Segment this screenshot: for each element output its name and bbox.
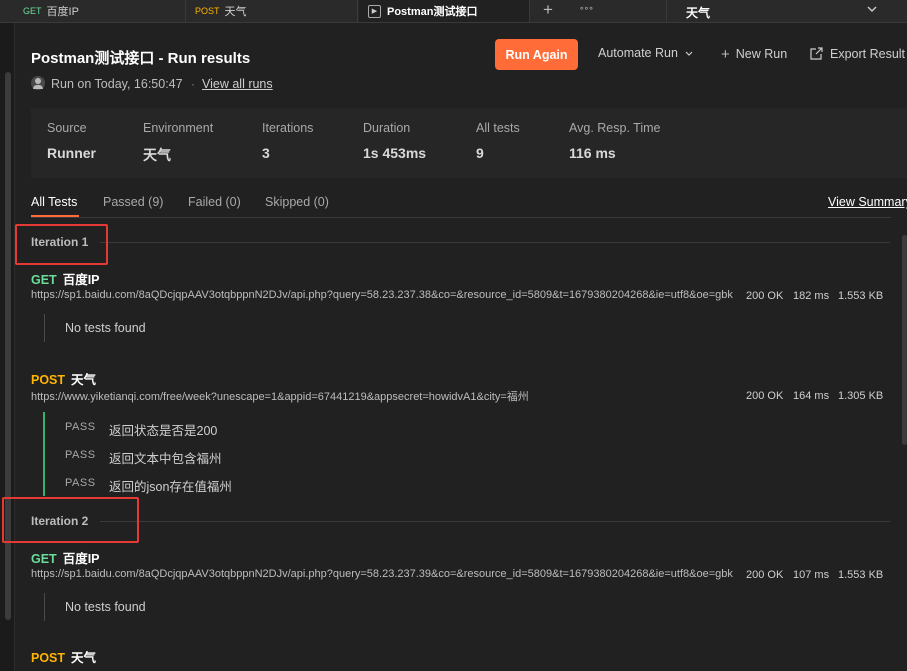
request-header[interactable]: POST 天气 — [31, 369, 96, 388]
response-size: 1.553 KB — [838, 290, 884, 302]
test-name: 返回文本中包含福州 — [109, 452, 222, 466]
stat-label-iterations: Iterations — [262, 121, 314, 135]
export-results-label: Export Result — [830, 47, 906, 61]
iteration-divider — [100, 521, 890, 522]
tab-method: GET — [23, 6, 42, 16]
test-result: PASS — [65, 421, 96, 433]
test-name: 返回的json存在值福州 — [109, 480, 232, 494]
runner-icon: ▶ — [368, 4, 381, 18]
export-results-button[interactable]: Export Result — [809, 46, 905, 61]
request-method: POST — [31, 373, 66, 387]
view-all-runs-link[interactable]: View all runs — [202, 77, 273, 91]
tab-post-weather[interactable]: POST 天气 — [186, 0, 358, 22]
filter-divider — [31, 217, 891, 218]
tab-passed[interactable]: Passed (9) — [103, 195, 163, 209]
user-avatar-icon — [31, 76, 45, 90]
response-time: 107 ms — [793, 569, 830, 581]
stat-value-all-tests: 9 — [476, 145, 484, 161]
request-name: 天气 — [71, 373, 97, 387]
request-method: GET — [31, 552, 57, 566]
tab-all-tests[interactable]: All Tests — [31, 195, 77, 209]
pass-bar — [43, 412, 45, 496]
stat-value-duration: 1s 453ms — [363, 145, 427, 161]
response-size: 1.553 KB — [838, 569, 884, 581]
request-url: https://sp1.baidu.com/8aQDcjqpAAV3otqbpp… — [31, 568, 733, 580]
response-status: 200 OK — [746, 390, 784, 402]
request-name: 天气 — [71, 651, 97, 665]
new-run-label: New Run — [735, 47, 788, 61]
iteration-divider — [100, 242, 890, 243]
automate-run-button[interactable]: Automate Run — [598, 46, 694, 60]
export-icon — [810, 47, 823, 60]
test-result: PASS — [65, 449, 96, 461]
highlight-box — [15, 224, 108, 265]
run-again-button[interactable]: Run Again — [495, 39, 578, 70]
highlight-box — [2, 497, 139, 543]
run-stats-panel — [31, 108, 907, 178]
environment-select[interactable]: 天气 — [686, 4, 710, 21]
request-name: 百度IP — [62, 273, 100, 287]
chevron-down-icon[interactable] — [866, 3, 878, 18]
stat-label-duration: Duration — [363, 121, 411, 135]
test-name: 返回状态是否是200 — [109, 424, 218, 438]
tab-runner-results[interactable]: ▶ Postman测试接口 — [359, 0, 530, 22]
request-method: GET — [31, 273, 57, 287]
tab-skipped[interactable]: Skipped (0) — [265, 195, 329, 209]
response-size: 1.305 KB — [838, 390, 884, 402]
response-status: 200 OK — [746, 290, 784, 302]
right-scrollbar[interactable] — [902, 235, 907, 445]
stat-label-environment: Environment — [143, 121, 214, 135]
new-run-button[interactable]: + New Run — [721, 46, 787, 63]
more-tabs-button[interactable]: ∘∘∘ — [579, 3, 594, 14]
request-header[interactable]: GET 百度IP — [31, 548, 100, 567]
test-result: PASS — [65, 477, 96, 489]
test-bar — [44, 314, 45, 342]
request-url: https://sp1.baidu.com/8aQDcjqpAAV3otqbpp… — [31, 289, 733, 301]
stat-value-avg-resp-time: 116 ms — [569, 145, 616, 161]
stat-label-avg-resp-time: Avg. Resp. Time — [569, 121, 661, 135]
tab-label: 天气 — [224, 6, 247, 18]
tab-label: Postman测试接口 — [387, 6, 478, 18]
response-time: 182 ms — [793, 290, 830, 302]
tab-failed[interactable]: Failed (0) — [188, 195, 241, 209]
tab-label: 百度IP — [46, 6, 79, 18]
no-tests-message: No tests found — [65, 321, 146, 335]
request-method: POST — [31, 651, 66, 665]
automate-run-label: Automate Run — [598, 46, 678, 60]
tab-method: POST — [195, 6, 220, 16]
no-tests-message: No tests found — [65, 600, 146, 614]
chevron-down-icon — [685, 51, 693, 56]
stat-value-source: Runner — [47, 145, 96, 161]
add-tab-button[interactable]: + — [543, 0, 553, 20]
response-time: 164 ms — [793, 390, 830, 402]
stat-value-environment: 天气 — [143, 147, 171, 163]
stat-value-iterations: 3 — [262, 145, 270, 161]
plus-icon: + — [721, 46, 730, 63]
request-url: https://www.yiketianqi.com/free/week?une… — [31, 391, 529, 403]
request-header[interactable]: GET 百度IP — [31, 269, 100, 288]
response-status: 200 OK — [746, 569, 784, 581]
request-name: 百度IP — [62, 552, 100, 566]
separator-dot: · — [191, 77, 195, 91]
test-bar — [44, 593, 45, 621]
tab-get-baidu-ip[interactable]: GET 百度IP — [14, 0, 186, 22]
view-summary-link[interactable]: View Summary — [828, 195, 907, 209]
divider — [666, 0, 667, 22]
run-timestamp: Run on Today, 16:50:47 — [51, 77, 183, 91]
stat-label-all-tests: All tests — [476, 121, 520, 135]
stat-label-source: Source — [47, 121, 87, 135]
request-header[interactable]: POST 天气 — [31, 647, 96, 666]
page-title: Postman测试接口 - Run results — [31, 50, 251, 67]
